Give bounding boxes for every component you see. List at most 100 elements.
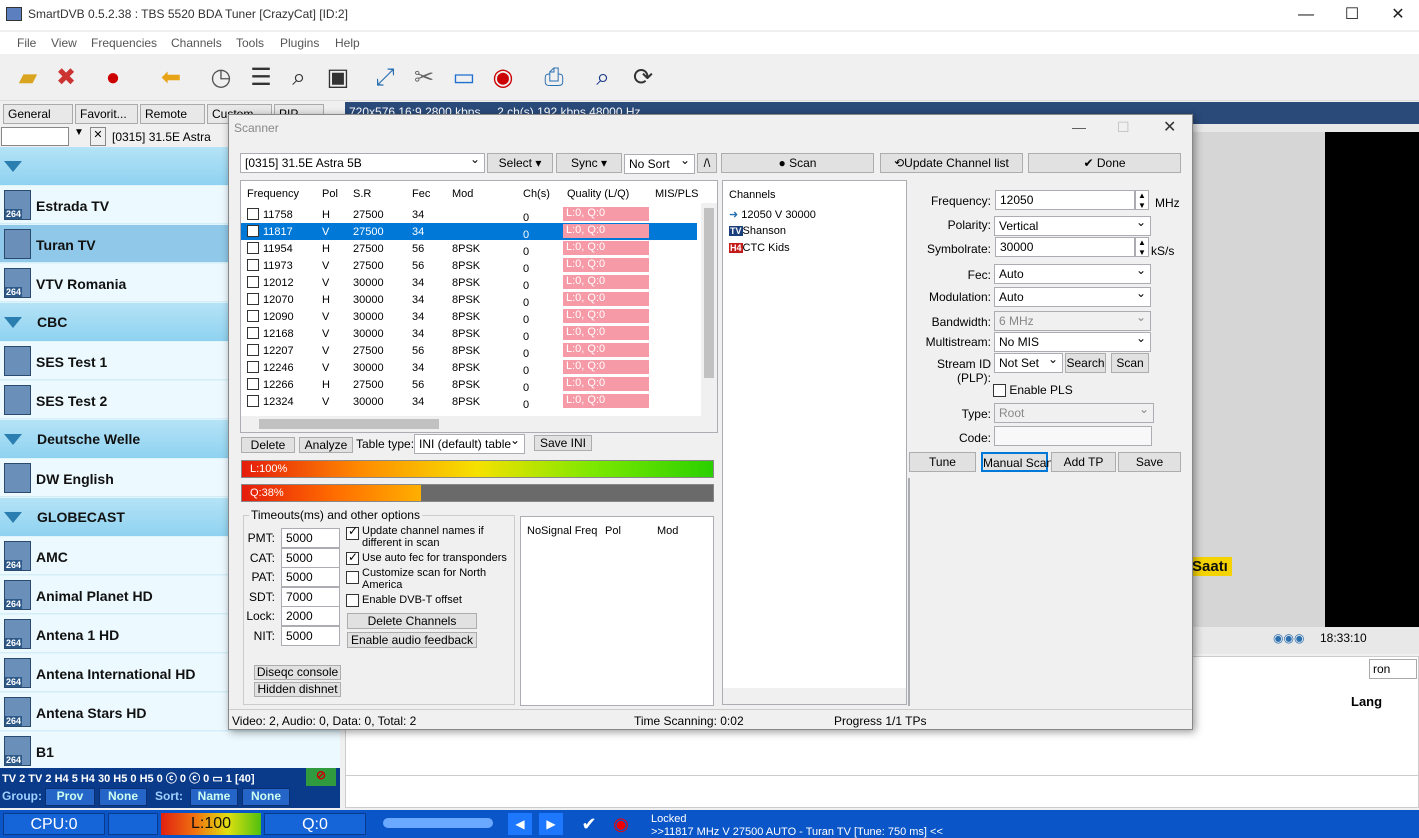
- opt-dvbt-checkbox[interactable]: [346, 594, 359, 607]
- collapse-triangle-icon[interactable]: [4, 161, 22, 172]
- stream-scan-button[interactable]: Scan: [1111, 353, 1149, 373]
- row-checkbox[interactable]: [247, 378, 259, 390]
- analyze-button[interactable]: Analyze: [299, 437, 353, 453]
- scan-button[interactable]: ● Scan: [721, 153, 874, 173]
- message-box[interactable]: [346, 775, 1418, 807]
- channel-ctckids-item[interactable]: H4CTC Kids: [729, 242, 790, 254]
- bandwidth-combo[interactable]: 6 MHz: [994, 311, 1151, 331]
- collapse-triangle-icon[interactable]: [4, 512, 22, 523]
- opt-na-checkbox[interactable]: [346, 571, 359, 584]
- scramble-icon[interactable]: ⊘: [306, 768, 336, 786]
- row-checkbox[interactable]: [247, 293, 259, 305]
- table-row[interactable]: 12246 V 30000 34 8PSK 0 L:0, Q:0: [241, 359, 697, 377]
- satellite-combo[interactable]: [0315] 31.5E Astra 5B: [240, 153, 485, 173]
- maximize-button[interactable]: ☐: [1329, 2, 1375, 28]
- tab-remote[interactable]: Remote: [140, 104, 205, 124]
- settings-tools-icon[interactable]: ✂: [408, 62, 440, 94]
- player-controls[interactable]: ◉◉◉: [1273, 631, 1304, 645]
- table-row[interactable]: 12012 V 30000 34 8PSK 0 L:0, Q:0: [241, 274, 697, 292]
- select-button[interactable]: Select ▾: [487, 153, 553, 173]
- table-header-cell[interactable]: Quality (L/Q): [567, 188, 629, 200]
- save-ini-button[interactable]: Save INI: [534, 435, 592, 451]
- collapse-triangle-icon[interactable]: [4, 434, 22, 445]
- menu-plugins[interactable]: Plugins: [280, 36, 319, 50]
- table-row[interactable]: 11973 V 27500 56 8PSK 0 L:0, Q:0: [241, 257, 697, 275]
- channel-shanson-item[interactable]: TVShanson: [729, 225, 786, 237]
- channels-hscrollbar[interactable]: [723, 688, 906, 704]
- table-row[interactable]: 11758 H 27500 34 0 L:0, Q:0: [241, 206, 697, 224]
- timeout-input[interactable]: 5000: [281, 567, 340, 587]
- type-combo[interactable]: Root: [994, 403, 1154, 423]
- collapse-button[interactable]: /\: [697, 153, 717, 173]
- back-arrow-icon[interactable]: ⬅: [155, 62, 187, 94]
- multistream-combo[interactable]: No MIS: [994, 332, 1151, 352]
- frequency-input[interactable]: 12050: [995, 190, 1135, 210]
- timeout-input[interactable]: 2000: [281, 606, 340, 626]
- menu-help[interactable]: Help: [335, 36, 360, 50]
- table-header-cell[interactable]: Ch(s): [523, 188, 550, 200]
- polarity-combo[interactable]: Vertical: [994, 216, 1151, 236]
- streamid-combo[interactable]: Not Set: [994, 353, 1063, 373]
- sync-button[interactable]: Sync ▾: [556, 153, 622, 173]
- tab-favorites[interactable]: Favorit...: [75, 104, 138, 124]
- row-checkbox[interactable]: [247, 344, 259, 356]
- table-vscroll-thumb[interactable]: [704, 208, 714, 378]
- lang-combo[interactable]: ron: [1369, 659, 1417, 679]
- row-checkbox[interactable]: [247, 361, 259, 373]
- save-button[interactable]: Save: [1118, 452, 1181, 472]
- menu-frequencies[interactable]: Frequencies: [91, 36, 157, 50]
- timer-icon[interactable]: ◷: [205, 62, 237, 94]
- table-header-cell[interactable]: MIS/PLS: [655, 188, 698, 200]
- sort-none-button[interactable]: None: [242, 788, 290, 806]
- timeout-input[interactable]: 5000: [281, 625, 340, 646]
- check-icon[interactable]: ✔: [577, 813, 601, 835]
- table-vscrollbar[interactable]: [701, 203, 717, 416]
- table-hscrollbar[interactable]: [241, 416, 717, 432]
- prev-icon[interactable]: ◀: [508, 813, 532, 835]
- enable-pls-checkbox[interactable]: [993, 384, 1006, 398]
- row-checkbox[interactable]: [247, 259, 259, 271]
- delete-folder-icon[interactable]: ✖: [50, 62, 82, 94]
- sort-combo[interactable]: No Sort: [624, 154, 695, 174]
- row-checkbox[interactable]: [247, 276, 259, 288]
- menu-tools[interactable]: Tools: [236, 36, 264, 50]
- group-none-button[interactable]: None: [99, 788, 147, 806]
- table-row[interactable]: 12207 V 27500 56 8PSK 0 L:0, Q:0: [241, 342, 697, 360]
- table-row[interactable]: 12324 V 30000 34 8PSK 0 L:0, Q:0: [241, 393, 697, 411]
- record-monitor-icon[interactable]: ◉: [487, 62, 519, 94]
- search-icon[interactable]: ⌕: [587, 62, 619, 94]
- volume-slider[interactable]: [383, 818, 493, 828]
- table-row[interactable]: 11817 V 27500 34 0 L:0, Q:0: [241, 223, 697, 241]
- modulation-combo[interactable]: Auto: [994, 287, 1151, 307]
- table-row[interactable]: 12090 V 30000 34 8PSK 0 L:0, Q:0: [241, 308, 697, 326]
- delete-button[interactable]: Delete: [241, 437, 295, 453]
- code-input[interactable]: [994, 426, 1152, 446]
- table-header-cell[interactable]: S.R: [353, 188, 371, 200]
- done-button[interactable]: ✔ Done: [1028, 153, 1181, 173]
- row-checkbox[interactable]: [247, 310, 259, 322]
- record-status-icon[interactable]: ◉: [609, 813, 633, 835]
- hidden-dishnet-button[interactable]: Hidden dishnet: [254, 682, 341, 697]
- scanner-maximize-button[interactable]: ☐: [1117, 119, 1130, 136]
- symbolrate-input[interactable]: 30000: [995, 237, 1135, 257]
- table-header-cell[interactable]: Frequency: [247, 188, 299, 200]
- filter-clear-icon[interactable]: ✕: [90, 127, 106, 146]
- window-icon[interactable]: ▭: [448, 62, 480, 94]
- next-icon[interactable]: ▶: [539, 813, 563, 835]
- tv-icon[interactable]: ▣: [322, 62, 354, 94]
- menu-channels[interactable]: Channels: [171, 36, 222, 50]
- group-prov-button[interactable]: Prov: [45, 788, 95, 806]
- collapse-triangle-icon[interactable]: [4, 317, 22, 328]
- row-checkbox[interactable]: [247, 225, 259, 237]
- channel-row[interactable]: 264 B1: [0, 732, 340, 770]
- close-button[interactable]: ✕: [1375, 2, 1419, 28]
- log-hscrollbar[interactable]: [909, 687, 910, 703]
- refresh-icon[interactable]: ⟳: [627, 62, 659, 94]
- channel-tp-item[interactable]: ➜ 12050 V 30000: [729, 208, 816, 221]
- sort-name-button[interactable]: Name: [190, 788, 238, 806]
- row-checkbox[interactable]: [247, 208, 259, 220]
- table-row[interactable]: 11954 H 27500 56 8PSK 0 L:0, Q:0: [241, 240, 697, 258]
- delete-channels-button[interactable]: Delete Channels: [347, 613, 477, 629]
- diseqc-console-button[interactable]: Diseqc console: [254, 665, 341, 680]
- timeout-input[interactable]: 7000: [281, 586, 340, 607]
